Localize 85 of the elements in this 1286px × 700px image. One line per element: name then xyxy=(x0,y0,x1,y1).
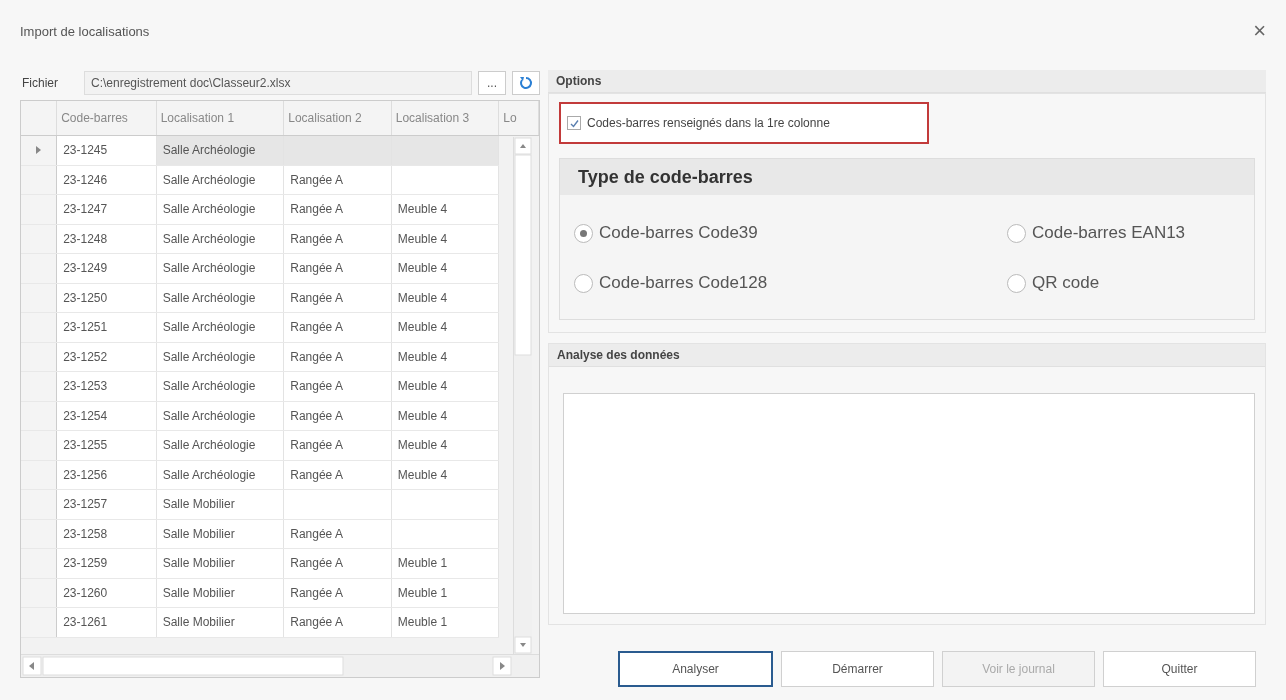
table-cell: Meuble 4 xyxy=(391,283,499,313)
section-header: Analyse des données xyxy=(549,344,1265,367)
table-cell: Rangée A xyxy=(283,519,392,549)
table-cell: Salle Archéologie xyxy=(156,342,284,372)
table-cell: Rangée A xyxy=(283,371,392,401)
table-cell: Rangée A xyxy=(283,194,392,224)
browse-button[interactable]: ... xyxy=(478,71,506,95)
barcode-type-radio[interactable]: Code-barres Code128 xyxy=(574,271,768,295)
horizontal-scrollbar[interactable] xyxy=(21,654,539,677)
table-cell: Rangée A xyxy=(283,224,392,254)
table-cell: Salle Archéologie xyxy=(156,460,284,490)
table-cell: Salle Archéologie xyxy=(156,224,284,254)
table-cell: Meuble 4 xyxy=(391,460,499,490)
barcode-column-checkbox[interactable]: Codes-barres renseignés dans la 1re colonne xyxy=(559,102,929,144)
table-cell: Salle Archéologie xyxy=(156,371,284,401)
table-cell: 23-1260 xyxy=(56,578,157,608)
table-cell: 23-1254 xyxy=(56,401,157,431)
table-cell: Rangée A xyxy=(283,460,392,490)
action-button[interactable]: Quitter xyxy=(1103,651,1256,687)
table-cell: Meuble 4 xyxy=(391,342,499,372)
table-cell: Rangée A xyxy=(283,578,392,608)
file-path-field[interactable]: C:\enregistrement doc\Classeur2.xlsx xyxy=(84,71,472,95)
table-cell: Salle Archéologie xyxy=(156,283,284,313)
window-title: Import de localisations xyxy=(20,23,150,39)
table-cell: Meuble 4 xyxy=(391,224,499,254)
table-cell: Rangée A xyxy=(283,283,392,313)
table-cell: Salle Mobilier xyxy=(156,519,284,549)
refresh-button[interactable] xyxy=(512,71,540,95)
table-cell: Meuble 4 xyxy=(391,371,499,401)
table-cell: 23-1261 xyxy=(56,607,157,637)
table-cell: Meuble 4 xyxy=(391,194,499,224)
table-cell: 23-1258 xyxy=(56,519,157,549)
barcode-type-radio[interactable]: QR code xyxy=(1007,271,1100,295)
table-cell: Salle Archéologie xyxy=(156,430,284,460)
table-cell: Salle Mobilier xyxy=(156,548,284,578)
table-cell: Rangée A xyxy=(283,548,392,578)
check-icon xyxy=(569,118,579,128)
table-cell: 23-1256 xyxy=(56,460,157,490)
refresh-icon xyxy=(519,76,533,90)
table-cell: 23-1259 xyxy=(56,548,157,578)
table-cell: Meuble 4 xyxy=(391,312,499,342)
table-cell: Rangée A xyxy=(283,165,392,195)
table-cell: Rangée A xyxy=(283,312,392,342)
table-cell: 23-1248 xyxy=(56,224,157,254)
action-button[interactable]: Démarrer xyxy=(781,651,934,687)
current-row-icon xyxy=(36,146,42,155)
table-cell: 23-1249 xyxy=(56,253,157,283)
table-cell: Salle Archéologie xyxy=(156,165,284,195)
barcode-type-radio[interactable]: Code-barres EAN13 xyxy=(1007,221,1186,245)
vertical-scrollbar[interactable] xyxy=(513,137,532,655)
action-button[interactable]: Analyser xyxy=(618,651,773,687)
table-cell: Rangée A xyxy=(283,401,392,431)
table-cell: Salle Archéologie xyxy=(156,135,284,165)
table-cell: Salle Mobilier xyxy=(156,607,284,637)
table-cell: Salle Archéologie xyxy=(156,253,284,283)
table-cell: Rangée A xyxy=(283,342,392,372)
table-cell: Salle Archéologie xyxy=(156,401,284,431)
table-cell: Salle Mobilier xyxy=(156,489,284,519)
table-cell: Salle Archéologie xyxy=(156,194,284,224)
table-cell: 23-1245 xyxy=(56,135,157,165)
table-cell: Meuble 4 xyxy=(391,253,499,283)
table-cell: Meuble 1 xyxy=(391,578,499,608)
table-cell: Rangée A xyxy=(283,253,392,283)
section-header: Options xyxy=(548,70,1266,93)
analysis-output-field[interactable] xyxy=(563,393,1255,614)
file-label: Fichier xyxy=(21,76,59,90)
table-cell: 23-1247 xyxy=(56,194,157,224)
barcode-type-radio[interactable]: Code-barres Code39 xyxy=(574,221,758,245)
close-button[interactable]: × xyxy=(1247,18,1272,44)
table-cell: 23-1257 xyxy=(56,489,157,519)
table-cell: 23-1252 xyxy=(56,342,157,372)
table-cell: 23-1253 xyxy=(56,371,157,401)
table-cell: Salle Mobilier xyxy=(156,578,284,608)
table-cell: 23-1255 xyxy=(56,430,157,460)
table-cell: 23-1246 xyxy=(56,165,157,195)
table-cell: Meuble 4 xyxy=(391,401,499,431)
table-cell: 23-1250 xyxy=(56,283,157,313)
table-cell: 23-1251 xyxy=(56,312,157,342)
table-cell: Meuble 1 xyxy=(391,607,499,637)
table-cell: Meuble 1 xyxy=(391,548,499,578)
table-cell: Rangée A xyxy=(283,430,392,460)
table-cell: Salle Archéologie xyxy=(156,312,284,342)
table-cell: Rangée A xyxy=(283,607,392,637)
group-header: Type de code-barres xyxy=(560,159,1254,195)
table-cell: Meuble 4 xyxy=(391,430,499,460)
